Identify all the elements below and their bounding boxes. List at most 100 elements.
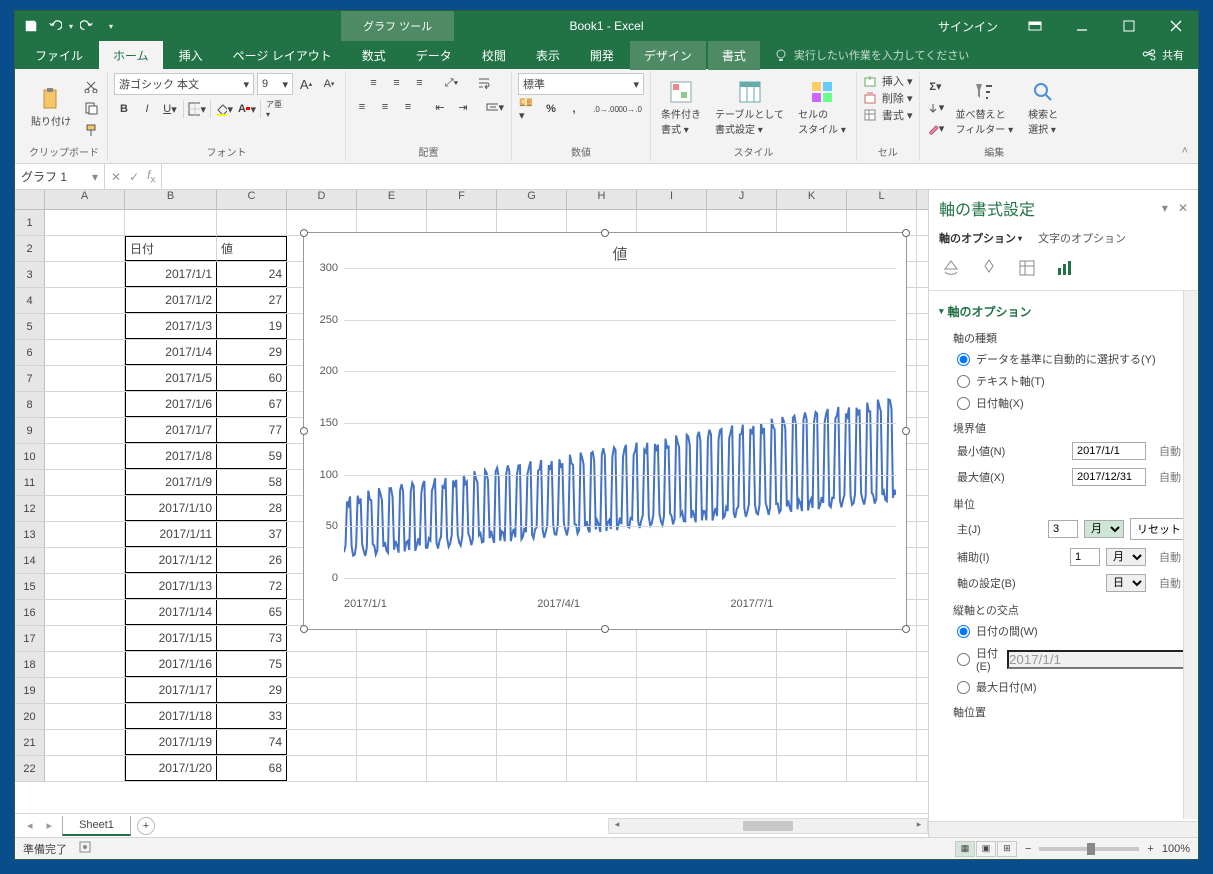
cross-between-radio[interactable] (957, 625, 970, 638)
align-bottom-icon[interactable]: ≡ (410, 73, 430, 93)
cell[interactable] (707, 652, 777, 677)
tab-view[interactable]: 表示 (522, 41, 574, 70)
cell[interactable] (287, 704, 357, 729)
tell-me-search[interactable]: 実行したい作業を入力してください (774, 47, 969, 63)
column-header[interactable]: D (287, 190, 357, 209)
row-header[interactable]: 6 (15, 340, 45, 365)
column-header[interactable]: G (497, 190, 567, 209)
minimize-icon[interactable] (1059, 11, 1104, 41)
redo-icon[interactable] (77, 16, 97, 36)
collapse-ribbon-icon[interactable]: ˄ (1178, 141, 1192, 161)
axis-type-text-radio[interactable] (957, 375, 970, 388)
zoom-out-icon[interactable]: − (1025, 843, 1031, 855)
cell[interactable] (427, 704, 497, 729)
tab-dev[interactable]: 開発 (576, 41, 628, 70)
maximize-icon[interactable] (1106, 11, 1151, 41)
cell[interactable] (357, 652, 427, 677)
pane-dropdown-icon[interactable]: ▾ (1162, 201, 1168, 215)
cell[interactable]: 75 (217, 652, 287, 677)
unit-minor-select[interactable]: 月 (1106, 548, 1146, 566)
qat-customize-icon[interactable]: ▾ (101, 16, 121, 36)
number-format-combo[interactable]: 標準▾ (518, 73, 644, 95)
cell[interactable] (45, 210, 125, 235)
format-as-table-button[interactable]: テーブルとして 書式設定 ▾ (711, 78, 788, 138)
unit-minor-input[interactable] (1070, 548, 1100, 566)
find-select-button[interactable]: 検索と 選択 ▾ (1023, 78, 1063, 138)
cell[interactable] (567, 756, 637, 781)
cell[interactable] (45, 496, 125, 521)
accounting-icon[interactable]: 💴▾ (518, 99, 538, 119)
row-header[interactable]: 3 (15, 262, 45, 287)
worksheet[interactable]: ABCDEFGHIJKL 12日付値32017/1/12442017/1/227… (15, 190, 928, 837)
cell[interactable] (777, 704, 847, 729)
view-normal-icon[interactable]: ▦ (955, 841, 975, 857)
align-middle-icon[interactable]: ≡ (387, 73, 407, 93)
row-header[interactable]: 8 (15, 392, 45, 417)
decrease-decimal-icon[interactable]: .00→.0 (619, 99, 639, 119)
cell[interactable] (357, 730, 427, 755)
cell[interactable] (637, 756, 707, 781)
wrap-text-icon[interactable] (474, 73, 494, 93)
axis-type-auto-radio[interactable] (957, 353, 970, 366)
size-props-icon[interactable] (1015, 256, 1039, 280)
tab-review[interactable]: 校閲 (468, 41, 520, 70)
cell[interactable] (45, 262, 125, 287)
cross-max-radio[interactable] (957, 681, 970, 694)
row-header[interactable]: 10 (15, 444, 45, 469)
cell[interactable] (45, 626, 125, 651)
cell[interactable]: 日付 (125, 236, 217, 261)
column-header[interactable]: A (45, 190, 125, 209)
cell[interactable]: 2017/1/12 (125, 548, 217, 573)
sign-in-link[interactable]: サインイン (926, 18, 1010, 35)
tab-formulas[interactable]: 数式 (348, 41, 400, 70)
sort-filter-button[interactable]: 並べ替えと フィルター ▾ (952, 78, 1018, 138)
cell[interactable] (497, 756, 567, 781)
cell[interactable] (777, 678, 847, 703)
cell[interactable]: 2017/1/8 (125, 444, 217, 469)
cell[interactable] (287, 730, 357, 755)
cell[interactable] (777, 756, 847, 781)
cell[interactable] (427, 652, 497, 677)
cell[interactable]: 65 (217, 600, 287, 625)
effects-icon[interactable] (977, 256, 1001, 280)
cell[interactable]: 58 (217, 470, 287, 495)
phonetic-icon[interactable]: ア亜▾ (264, 99, 284, 119)
column-header[interactable]: J (707, 190, 777, 209)
cell[interactable]: 2017/1/4 (125, 340, 217, 365)
cell[interactable]: 67 (217, 392, 287, 417)
cell[interactable] (45, 548, 125, 573)
paste-button[interactable]: 貼り付け (27, 85, 75, 130)
tab-design[interactable]: デザイン (630, 41, 706, 70)
row-header[interactable]: 14 (15, 548, 45, 573)
zoom-slider[interactable] (1039, 847, 1139, 851)
increase-decimal-icon[interactable]: .0→.00 (596, 99, 616, 119)
indent-decrease-icon[interactable]: ⇤ (430, 97, 450, 117)
clear-icon[interactable]: ▾ (926, 119, 946, 139)
unit-major-input[interactable] (1048, 520, 1078, 538)
cell[interactable]: 2017/1/7 (125, 418, 217, 443)
decrease-font-icon[interactable]: A▾ (319, 74, 339, 94)
increase-font-icon[interactable]: A▴ (296, 74, 316, 94)
cell[interactable] (45, 444, 125, 469)
cell[interactable] (847, 730, 917, 755)
cell[interactable] (497, 730, 567, 755)
fill-icon[interactable]: ▾ (926, 98, 946, 118)
cell[interactable] (45, 652, 125, 677)
tab-layout[interactable]: ページ レイアウト (219, 41, 346, 70)
share-icon[interactable] (1142, 47, 1156, 64)
tab-file[interactable]: ファイル (21, 41, 97, 70)
align-left-icon[interactable]: ≡ (352, 97, 372, 117)
cell[interactable] (847, 678, 917, 703)
cell[interactable] (45, 756, 125, 781)
bounds-max-input[interactable] (1072, 468, 1146, 486)
row-header[interactable]: 12 (15, 496, 45, 521)
cell[interactable] (45, 236, 125, 261)
cell[interactable] (707, 678, 777, 703)
cell[interactable] (427, 678, 497, 703)
align-top-icon[interactable]: ≡ (364, 73, 384, 93)
cell[interactable] (45, 366, 125, 391)
pane-horizontal-scrollbar[interactable] (929, 821, 1198, 837)
cell[interactable] (707, 704, 777, 729)
cross-at-radio[interactable] (957, 653, 970, 666)
cell[interactable]: 2017/1/2 (125, 288, 217, 313)
